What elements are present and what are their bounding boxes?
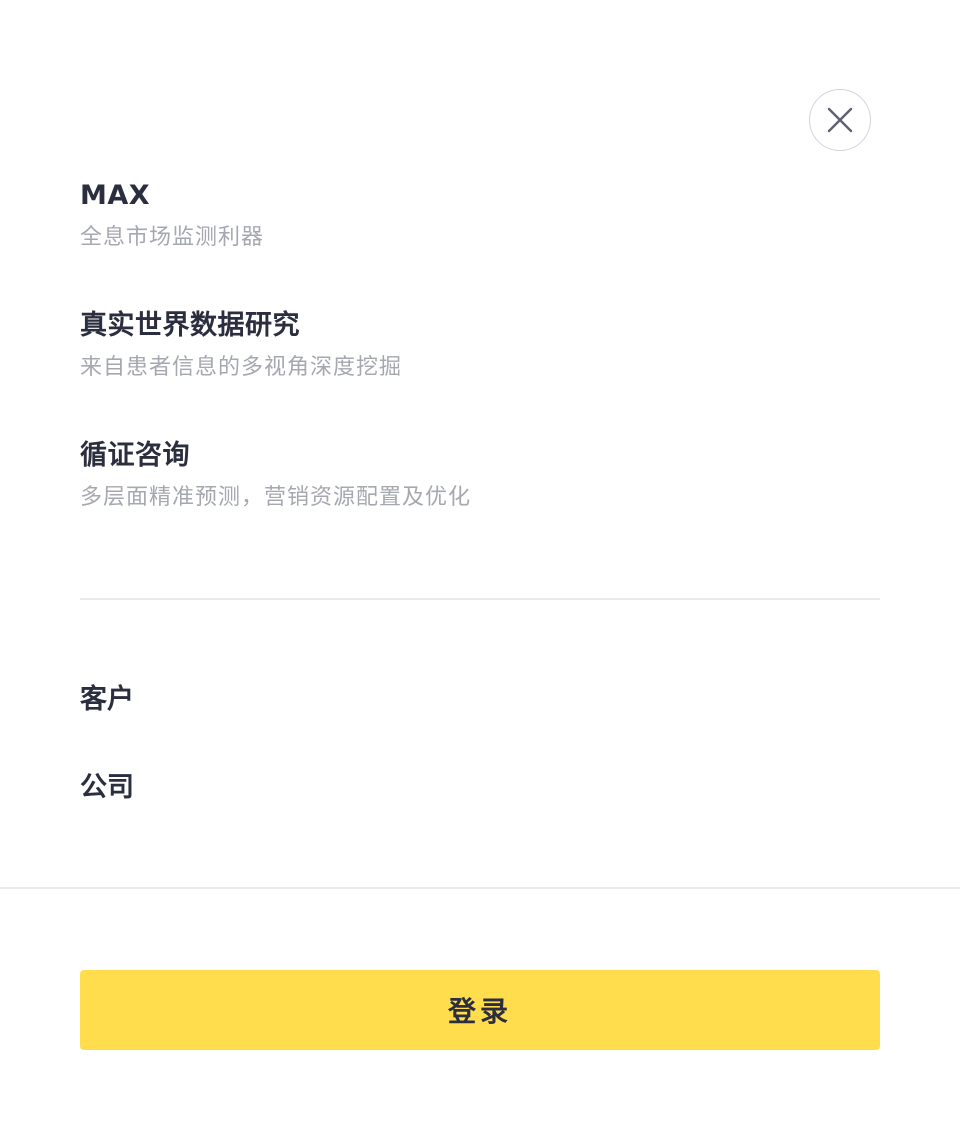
product-title: 真实世界数据研究 [80,310,300,341]
close-icon [827,107,853,133]
divider [0,887,960,889]
product-title: MAX [80,180,151,211]
product-description: 多层面精准预测，营销资源配置及优化 [80,485,472,510]
login-button[interactable]: 登录 [80,970,880,1050]
nav-link-customer[interactable]: 客户 [80,680,134,720]
product-list: MAX 全息市场监测利器 真实世界数据研究 来自患者信息的多视角深度挖掘 循证咨… [80,176,880,566]
product-description: 全息市场监测利器 [80,225,265,250]
product-item-consulting[interactable]: 循证咨询 多层面精准预测，营销资源配置及优化 [80,436,880,566]
nav-link-company[interactable]: 公司 [80,768,134,808]
product-item-max[interactable]: MAX 全息市场监测利器 [80,176,880,306]
product-title: 循证咨询 [80,440,190,471]
product-item-rwd[interactable]: 真实世界数据研究 来自患者信息的多视角深度挖掘 [80,306,880,436]
product-description: 来自患者信息的多视角深度挖掘 [80,355,403,380]
close-button[interactable] [809,89,871,151]
divider [80,598,880,600]
